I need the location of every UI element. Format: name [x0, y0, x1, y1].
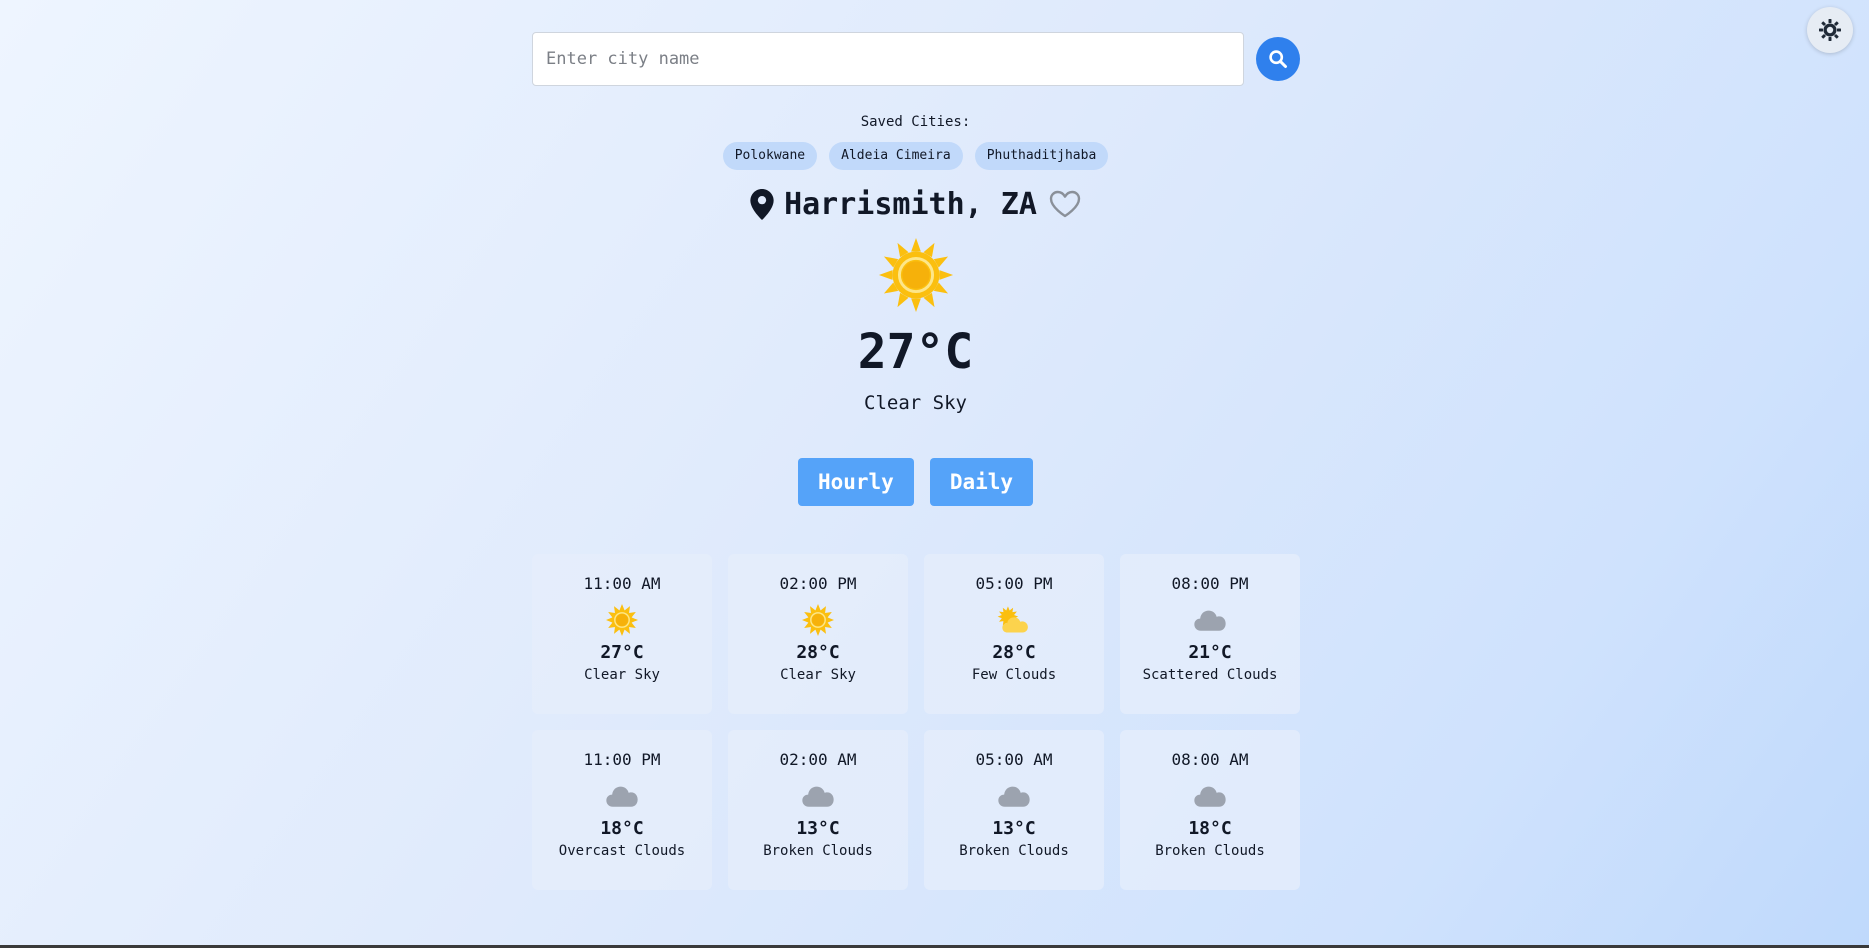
saved-city-chip[interactable]: Phuthaditjhaba: [974, 142, 1109, 170]
cloud-icon: [1193, 779, 1227, 813]
forecast-card: 02:00 AM 13°C Broken Clouds: [728, 730, 908, 890]
forecast-description: Broken Clouds: [1155, 843, 1265, 859]
tab-hourly[interactable]: Hourly: [797, 458, 914, 506]
forecast-time: 02:00 PM: [779, 574, 857, 593]
forecast-time: 05:00 AM: [975, 750, 1053, 769]
sun-icon: [801, 603, 835, 637]
forecast-temp: 13°C: [992, 818, 1036, 839]
favorite-button[interactable]: [1049, 190, 1081, 218]
forecast-tabs: Hourly Daily: [0, 458, 1831, 506]
forecast-card: 02:00 PM 28°C Clear Sky: [728, 554, 908, 714]
search-button[interactable]: [1256, 37, 1300, 81]
forecast-temp: 28°C: [796, 642, 840, 663]
sun-settings-icon: [1819, 19, 1841, 41]
search-icon: [1269, 50, 1287, 68]
forecast-description: Broken Clouds: [959, 843, 1069, 859]
forecast-card: 05:00 PM 28°C Few Clouds: [924, 554, 1104, 714]
forecast-time: 11:00 AM: [583, 574, 661, 593]
location-header: Harrismith, ZA: [0, 186, 1831, 222]
current-temperature: 27°C: [857, 324, 974, 380]
forecast-time: 02:00 AM: [779, 750, 857, 769]
saved-city-chip[interactable]: Aldeia Cimeira: [829, 142, 963, 170]
forecast-time: 05:00 PM: [975, 574, 1053, 593]
saved-cities-label: Saved Cities:: [860, 114, 971, 130]
forecast-card: 08:00 AM 18°C Broken Clouds: [1120, 730, 1300, 890]
cloud-icon: [605, 779, 639, 813]
forecast-temp: 13°C: [796, 818, 840, 839]
sun-icon: [605, 603, 639, 637]
forecast-temp: 18°C: [1188, 818, 1232, 839]
cloud-icon: [997, 779, 1031, 813]
search-input[interactable]: [532, 32, 1244, 86]
sun-cloud-icon: [997, 603, 1031, 637]
forecast-card: 11:00 PM 18°C Overcast Clouds: [532, 730, 712, 890]
forecast-temp: 28°C: [992, 642, 1036, 663]
forecast-temp: 27°C: [600, 642, 644, 663]
cloud-icon: [801, 779, 835, 813]
tab-daily[interactable]: Daily: [929, 458, 1034, 506]
forecast-description: Clear Sky: [584, 667, 660, 683]
forecast-card: 05:00 AM 13°C Broken Clouds: [924, 730, 1104, 890]
forecast-description: Scattered Clouds: [1142, 667, 1278, 683]
forecast-description: Few Clouds: [971, 667, 1057, 683]
forecast-temp: 18°C: [600, 818, 644, 839]
saved-cities-list: Polokwane Aldeia Cimeira Phuthaditjhaba: [0, 142, 1831, 170]
cloud-icon: [1193, 603, 1227, 637]
forecast-time: 08:00 AM: [1171, 750, 1249, 769]
sun-icon: [878, 237, 954, 313]
saved-city-chip[interactable]: Polokwane: [722, 142, 818, 170]
current-description: Clear Sky: [864, 392, 967, 414]
forecast-temp: 21°C: [1188, 642, 1232, 663]
forecast-description: Clear Sky: [780, 667, 856, 683]
forecast-card: 08:00 PM 21°C Scattered Clouds: [1120, 554, 1300, 714]
forecast-description: Broken Clouds: [763, 843, 873, 859]
forecast-time: 11:00 PM: [583, 750, 661, 769]
city-name: Harrismith, ZA: [784, 186, 1037, 222]
theme-toggle-button[interactable]: [1807, 7, 1853, 53]
forecast-grid: 11:00 AM 27°C Clear Sky 02:00 PM 28°C Cl…: [532, 554, 1300, 890]
forecast-card: 11:00 AM 27°C Clear Sky: [532, 554, 712, 714]
forecast-time: 08:00 PM: [1171, 574, 1249, 593]
forecast-description: Overcast Clouds: [558, 843, 686, 859]
heart-icon: [1049, 190, 1081, 218]
location-pin-icon: [750, 188, 774, 220]
